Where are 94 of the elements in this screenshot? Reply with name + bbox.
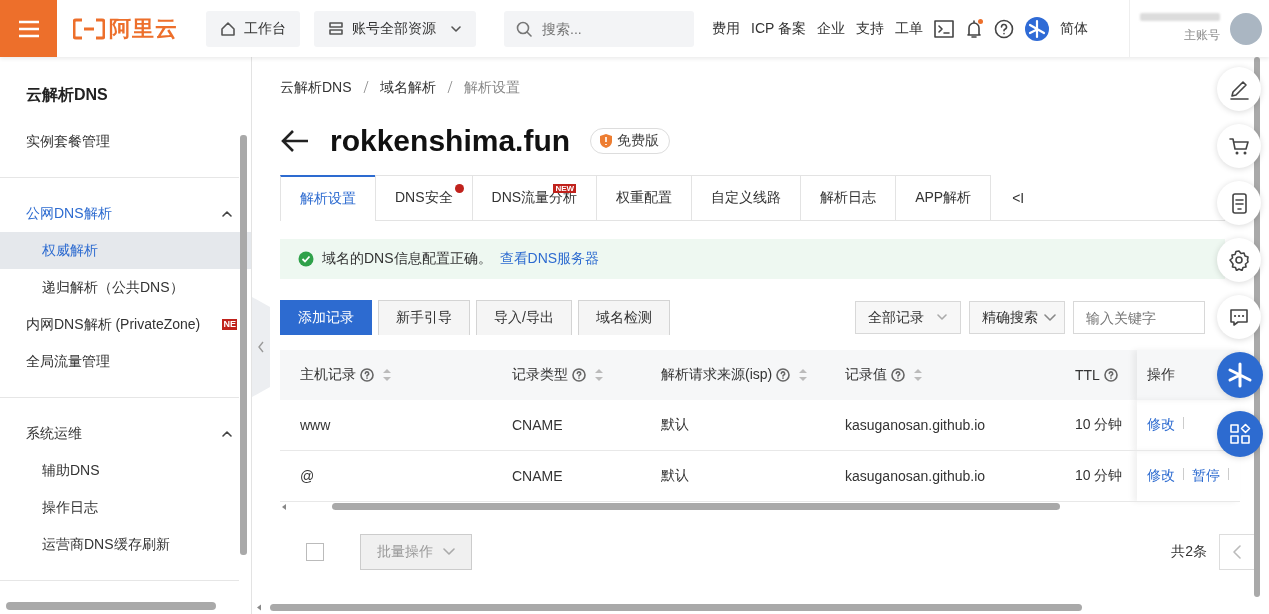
edit-icon [1228,78,1250,100]
domain-title: rokkenshima.fun [330,124,571,158]
phone-button[interactable] [1217,181,1261,225]
table-cell: www [280,400,492,451]
keyword-field[interactable]: 输入关键字 [1073,301,1205,334]
chevron-down-icon [1044,311,1056,324]
search-icon [516,20,532,37]
add-record-button[interactable]: 添加记录 [280,300,372,335]
select-all-checkbox[interactable] [306,543,324,561]
nav-link[interactable]: 支持 [856,19,884,38]
breadcrumb-link[interactable]: 域名解析 [379,79,436,97]
sidebar-item[interactable]: 递归解析（公共DNS） [0,269,251,306]
nav-link[interactable]: 工单 [895,19,923,38]
nav-link[interactable]: 企业 [817,19,845,38]
table-cell: @ [280,450,492,502]
resources-dropdown[interactable]: 账号全部资源 [314,10,476,47]
tab[interactable]: APP解析 [895,175,992,220]
terminal-icon[interactable] [934,19,954,38]
search-mode-dropdown[interactable]: 精确搜索 [969,301,1065,334]
chat-icon [1228,306,1250,328]
list-icon [328,20,344,37]
brand-logo-icon [73,17,105,40]
row-action-link[interactable]: 修改 [1147,467,1175,483]
tabs-scroll-button[interactable]: <I [990,175,1025,220]
alert-message: 域名的DNS信息配置正确。 [322,250,492,268]
column-header: 主机记录 [300,366,356,384]
new-badge: NE [222,319,237,330]
nav-link[interactable]: ICP 备案 [751,19,806,38]
nav-link[interactable]: 费用 [712,19,740,38]
column-header: 记录值 [845,366,887,384]
column-header: 记录类型 [512,366,568,384]
sidebar-group[interactable]: 公网DNS解析 [0,195,251,232]
search-field[interactable]: 搜索... [504,10,694,47]
notification-bell[interactable] [965,18,983,39]
language-link[interactable]: 简体 [1060,19,1088,38]
table-cell: CNAME [492,450,641,502]
toolbar-button[interactable]: 新手引导 [378,300,470,335]
new-badge: NEW [553,184,577,193]
table-cell: kasuganosan.github.io [825,400,1055,451]
menu-button[interactable] [0,0,57,57]
cart-icon [1228,135,1250,157]
dns-servers-link[interactable]: 查看DNS服务器 [499,250,600,268]
table-cell: 10 分钟 [1055,450,1137,502]
table-cell: 默认 [641,450,825,502]
sidebar-item[interactable]: 操作日志 [0,489,251,526]
sidebar-item[interactable]: 全局流量管理 [0,343,251,380]
breadcrumb-link[interactable]: 云解析DNS [280,79,352,97]
column-header: 操作 [1147,366,1175,384]
column-header: 解析请求来源(isp) [661,366,773,384]
record-filter-dropdown[interactable]: 全部记录 [855,301,961,334]
apps-button[interactable] [1217,411,1263,457]
table-cell: kasuganosan.github.io [825,450,1055,502]
sidebar-item[interactable]: 内网DNS解析 (PrivateZone) NE [0,306,251,343]
column-header: TTL [1075,367,1100,383]
table-cell: CNAME [492,400,641,451]
toolbar-button[interactable]: 域名检测 [577,300,670,335]
check-circle-icon [298,251,314,267]
sidebar-item[interactable]: 实例套餐管理 [0,123,251,160]
cart-button[interactable] [1217,124,1261,168]
slash-icon [445,79,454,94]
home-icon [220,20,236,37]
sidebar-title: 云解析DNS [25,85,109,105]
chevron-down-icon [443,546,455,558]
asterisk-icon [1226,361,1254,389]
chat-button[interactable] [1217,295,1261,339]
separator-icon [1183,468,1184,480]
chevron-left-icon [1232,545,1242,559]
separator-icon [1183,417,1184,429]
sidebar-item[interactable]: 权威解析 [0,232,251,269]
row-action-link[interactable]: 暂停 [1192,467,1220,483]
workbench-button[interactable]: 工作台 [206,10,300,47]
sidebar-item[interactable]: 辅助DNS [0,452,251,489]
total-count: 共2条 [1171,543,1207,561]
asterisk-logo-icon[interactable] [1025,16,1049,41]
separator-icon [1228,468,1229,480]
toolbar-button[interactable]: 导入/导出 [476,300,572,335]
grid-icon [1229,423,1251,445]
menu-icon [17,19,40,38]
settings-icon [1228,249,1250,271]
shield-icon [599,133,614,149]
slash-icon [361,79,370,94]
collapse-handle[interactable] [252,297,270,397]
sidebar-item[interactable]: 运营商DNS缓存刷新 [0,526,251,563]
bell-icon [965,18,983,39]
edit-button[interactable] [1217,67,1261,111]
help-icon[interactable] [994,18,1014,39]
brand-name: 阿里云 [109,14,178,43]
back-arrow-icon[interactable] [280,129,310,153]
table-cell: 默认 [641,400,825,451]
row-action-link[interactable]: 修改 [1147,416,1175,432]
account-role: 主账号 [1184,27,1220,44]
table-cell: 10 分钟 [1055,400,1137,451]
sidebar-group[interactable]: 系统运维 [0,415,251,452]
tab[interactable]: 解析设置 [280,175,376,221]
